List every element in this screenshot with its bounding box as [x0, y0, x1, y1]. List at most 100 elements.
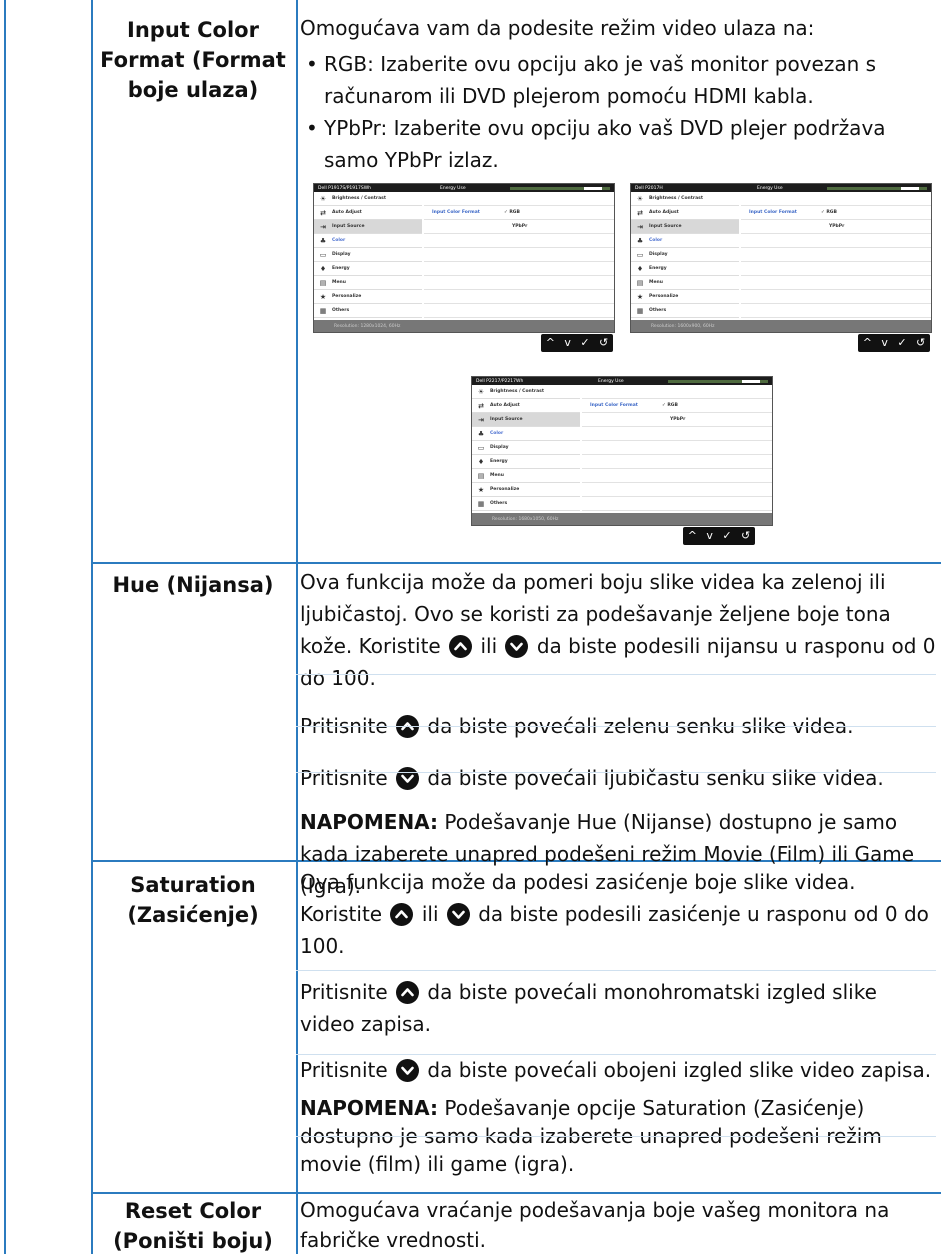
- head-line: Format (Format: [100, 48, 286, 72]
- osd-menu-item: ▦ Others: [314, 304, 422, 318]
- osd-menu-item: ☀ Brightness / Contrast: [631, 192, 739, 206]
- hue-divider: [296, 772, 936, 773]
- osd-nav-button: ↺: [916, 336, 926, 349]
- osd-grid-row: [741, 234, 931, 248]
- sun-icon: ☀: [477, 387, 485, 396]
- osd-nav-button: ^: [545, 336, 555, 349]
- osd-model: Dell P2217/P2217Wh: [476, 378, 524, 384]
- sun-icon: ☀: [319, 194, 327, 203]
- hue-divider: [296, 674, 936, 675]
- auto-adjust-icon: ⇄: [478, 401, 484, 410]
- osd-menu-item: ▤ Menu: [631, 276, 739, 290]
- star-icon: ★: [477, 485, 485, 494]
- osd-menu-item: ♦ Energy: [314, 262, 422, 276]
- osd-input-color-format-label: Input Color Format: [432, 210, 480, 215]
- text: ili: [480, 634, 498, 658]
- osd-rgb-text: RGB: [826, 210, 837, 215]
- osd-menu-item: ▤ Menu: [314, 276, 422, 290]
- menu-icon: ▤: [477, 471, 485, 480]
- row-head-saturation: Saturation (Zasićenje): [94, 870, 292, 930]
- sat-color: Pritisnite da biste povećali obojeni izg…: [300, 1054, 936, 1086]
- bullet-rgb: RGB: Izaberite ovu opciju ako je vaš mon…: [300, 48, 936, 112]
- note-label: NAPOMENA:: [300, 1096, 439, 1120]
- intro-text: Omogućava vam da podesite režim video ul…: [300, 16, 815, 40]
- others-icon: ▦: [477, 499, 485, 508]
- text: ili: [421, 902, 439, 926]
- osd-nav-button: ✓: [897, 336, 907, 349]
- row-head-reset-color: Reset Color (Poništi boju): [94, 1196, 292, 1254]
- osd-energy-label: Energy Use: [757, 185, 783, 191]
- osd-settings-grid: Input Color Format ✓ RGB YPbPr: [582, 385, 772, 511]
- table-left-border: [4, 0, 6, 1254]
- others-icon: ▦: [319, 306, 327, 315]
- osd-nav-button: ✓: [722, 529, 732, 542]
- osd-menu-item: ☀ Brightness / Contrast: [314, 192, 422, 206]
- osd-grid-row: [424, 262, 614, 276]
- osd-grid-row: [582, 441, 772, 455]
- osd-grid-row: [582, 469, 772, 483]
- osd-grid-row: [741, 304, 931, 318]
- osd-grid-row: [582, 385, 772, 399]
- osd-menu: ☀ Brightness / Contrast ⇄ Auto Adjust ⇥ Input…: [472, 385, 580, 511]
- osd-menu-item: ⇄ Auto Adjust: [472, 399, 580, 413]
- osd-menu-label: Menu: [649, 280, 663, 285]
- osd-menu-label: Color: [332, 238, 346, 243]
- energy-icon: ♦: [319, 264, 327, 273]
- row-divider-reset: [91, 1192, 941, 1194]
- sat-range: Koristite ili da biste podesili zasićenj…: [300, 898, 936, 962]
- sun-icon: ☀: [636, 194, 644, 203]
- bullet-list: RGB: Izaberite ovu opciju ako je vaš mon…: [300, 48, 936, 176]
- head-line: Saturation: [130, 873, 256, 897]
- osd-grid-row: [582, 483, 772, 497]
- osd-resolution: Resolution: 1600x900, 60Hz: [631, 320, 931, 332]
- osd-menu: ☀ Brightness / Contrast ⇄ Auto Adjust ⇥ Input…: [631, 192, 739, 318]
- osd-grid-row: Input Color Format ✓ RGB: [582, 399, 772, 413]
- osd-menu-label: Display: [332, 252, 351, 257]
- osd-menu-label: Display: [490, 445, 509, 450]
- table-col-divider-1: [91, 0, 93, 1254]
- color-icon: ♣: [477, 429, 485, 438]
- head-line: Reset Color: [124, 1199, 262, 1223]
- text: Pritisnite: [300, 766, 388, 790]
- auto-adjust-icon: ⇄: [320, 208, 326, 217]
- color-icon: ♣: [636, 236, 644, 245]
- bullet-ypbpr: YPbPr: Izaberite ovu opciju ako vaš DVD …: [300, 112, 936, 176]
- osd-rgb-text: RGB: [509, 210, 520, 215]
- osd-title-bar: Dell P2017H Energy Use: [631, 184, 931, 192]
- osd-input-color-format-label: Input Color Format: [590, 403, 638, 408]
- head-line: Input Color: [127, 18, 259, 42]
- others-icon: ▦: [636, 306, 644, 315]
- table-col-divider-2: [296, 0, 298, 1254]
- text: Pritisnite: [300, 980, 388, 1004]
- osd-menu-label: Input Source: [332, 224, 365, 229]
- osd-option-ypbpr: YPbPr: [670, 417, 686, 422]
- osd-screenshot: Dell P2217/P2217Wh Energy Use ☀ Brightness …: [471, 376, 773, 526]
- osd-grid-row: YPbPr: [741, 220, 931, 234]
- auto-adjust-icon: ⇄: [637, 208, 643, 217]
- energy-icon: ♦: [477, 457, 485, 466]
- row-head-input-color-format: Input Color Format (Format boje ulaza): [94, 15, 292, 105]
- osd-menu-item: ▤ Menu: [472, 469, 580, 483]
- sat-desc: Ova funkcija može da podesi zasićenje bo…: [300, 870, 856, 894]
- display-icon: ▭: [319, 250, 327, 259]
- osd-grid-row: YPbPr: [424, 220, 614, 234]
- osd-model: Dell P1917S/P1917SWh: [318, 185, 372, 191]
- osd-nav-button: v: [881, 336, 888, 349]
- text: Pritisnite: [300, 1058, 388, 1082]
- osd-menu-item: ♦ Energy: [631, 262, 739, 276]
- osd-menu-label: Auto Adjust: [649, 210, 679, 215]
- input-source-icon: ⇥: [637, 222, 643, 231]
- osd-grid-row: [741, 192, 931, 206]
- osd-menu-item: ♣ Color: [472, 427, 580, 441]
- osd-menu-label: Energy: [332, 266, 350, 271]
- hue-divider: [296, 726, 936, 727]
- osd-menu-label: Display: [649, 252, 668, 257]
- osd-menu-item: ▭ Display: [472, 441, 580, 455]
- osd-menu-item: ▦ Others: [472, 497, 580, 511]
- color-icon: ♣: [319, 236, 327, 245]
- osd-nav-button: ^: [862, 336, 872, 349]
- osd-screenshot: Dell P1917S/P1917SWh Energy Use ☀ Brightnes…: [313, 183, 615, 333]
- sat-mono: Pritisnite da biste povećali monohromats…: [300, 976, 936, 1040]
- osd-grid-row: YPbPr: [582, 413, 772, 427]
- hue-violet: Pritisnite da biste povećali ljubičastu …: [300, 762, 936, 794]
